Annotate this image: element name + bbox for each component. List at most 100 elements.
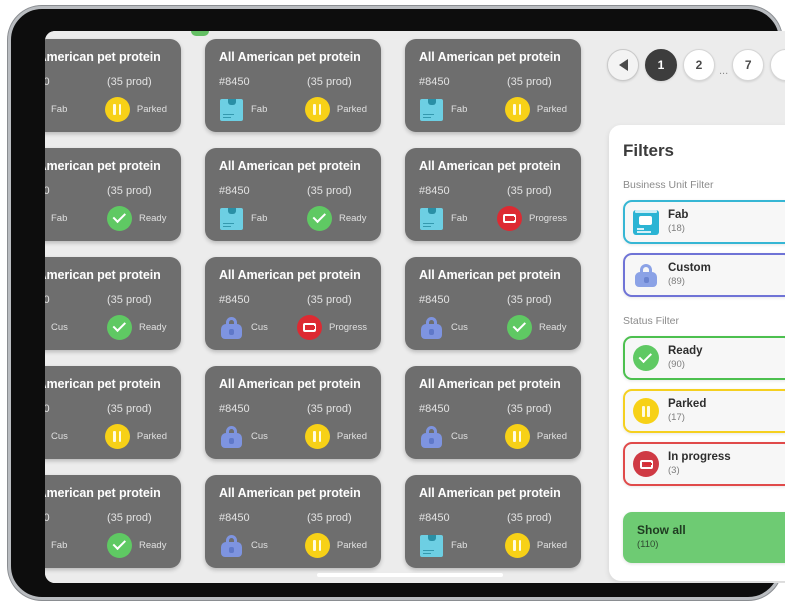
check-icon [105,204,134,233]
right-panel: 1 2 ... 7 Filters Business Unit Filter F… [597,31,785,583]
filter-item-ready[interactable]: Ready (90) [623,336,785,380]
product-card[interactable]: All American pet protein #8450 (35 prod) Fa… [45,475,181,568]
status-label: Progress [328,322,367,333]
cus-bag-icon [219,315,244,340]
product-card[interactable]: All American pet protein #8450 (35 prod) Fa… [45,148,181,241]
product-card[interactable]: All American pet protein #8450 (35 prod) Fa… [205,148,381,241]
cus-bag-icon [419,315,444,340]
product-card-sku: #8450 [219,512,250,524]
status-label: Parked [136,431,167,442]
product-card-status: Parked [502,531,567,560]
product-card-sku: #8450 [419,294,450,306]
product-card[interactable]: All American pet protein #8450 (35 prod) Cu… [405,257,581,350]
device-screen: All American pet protein #8450 (35 prod) Fa… [45,31,785,583]
filter-item-custom[interactable]: Custom (89) [623,253,785,297]
product-card-business-unit: Fab [419,533,505,558]
cus-bag-icon [219,533,244,558]
filter-item-in-progress[interactable]: In progress (3) [623,442,785,486]
product-card-title: All American pet protein [45,50,161,64]
product-card[interactable]: All American pet protein #8450 (35 prod) Cu… [205,366,381,459]
product-card[interactable]: All American pet protein #8450 (35 prod) Cu… [205,475,381,568]
fab-box-icon [633,209,659,235]
filters-title: Filters [623,141,675,160]
product-card-title: All American pet protein [219,486,361,500]
check-icon [105,531,134,560]
pagination-page-7[interactable]: 7 [732,49,765,81]
pagination-prev-button[interactable] [607,49,639,81]
business-unit-label: Fab [451,540,468,551]
product-card-title: All American pet protein [45,159,161,173]
product-card-quantity: (35 prod) [107,185,152,197]
product-card-grid: All American pet protein #8450 (35 prod) Fa… [45,39,593,568]
product-card-status: Parked [502,422,567,451]
business-unit-label: Cus [51,431,68,442]
product-card[interactable]: All American pet protein #8450 (35 prod) Cu… [205,257,381,350]
product-card-business-unit: Fab [219,206,307,231]
product-card[interactable]: All American pet protein #8450 (35 prod) Cu… [45,257,181,350]
product-card-sku: #8450 [419,76,450,88]
product-card-status: Ready [105,204,167,233]
product-card[interactable]: All American pet protein #8450 (35 prod) Fa… [205,39,381,132]
fab-box-icon [419,533,444,558]
product-card-quantity: (35 prod) [107,403,152,415]
status-label: Ready [139,213,167,224]
show-all-button[interactable]: Show all (110) [623,512,785,563]
status-label: Parked [336,540,367,551]
product-card-title: All American pet protein [219,377,361,391]
product-card-title: All American pet protein [45,486,161,500]
product-card[interactable]: All American pet protein #8450 (35 prod) Cu… [405,366,581,459]
product-card-sku: #8450 [45,76,50,88]
check-icon [105,313,134,342]
product-card[interactable]: All American pet protein #8450 (35 prod) Fa… [405,475,581,568]
status-label: Ready [139,540,167,551]
status-label: Ready [539,322,567,333]
product-card-sku: #8450 [419,403,450,415]
product-card-title: All American pet protein [219,268,361,282]
product-card[interactable]: All American pet protein #8450 (35 prod) Cu… [45,366,181,459]
product-card-quantity: (35 prod) [307,512,352,524]
product-card-quantity: (35 prod) [307,294,352,306]
product-card-business-unit: Cus [419,315,507,340]
filter-count-in-progress: (3) [668,464,680,476]
product-card-grid-area[interactable]: All American pet protein #8450 (35 prod) Fa… [45,31,597,583]
product-card-sku: #8450 [219,76,250,88]
status-label: Parked [336,104,367,115]
business-unit-label: Cus [251,540,268,551]
cus-bag-icon [633,262,659,288]
product-card-status: Progress [294,313,367,342]
product-card-sku: #8450 [45,294,50,306]
business-unit-label: Fab [51,540,68,551]
filter-item-fab[interactable]: Fab (18) [623,200,785,244]
check-icon [633,345,659,371]
product-card-business-unit: Fab [45,206,107,231]
product-card-status: Progress [494,204,567,233]
product-card-sku: #8450 [45,512,50,524]
business-unit-label: Cus [251,322,268,333]
product-card[interactable]: All American pet protein #8450 (35 prod) Fa… [45,39,181,132]
filter-item-parked[interactable]: Parked (17) [623,389,785,433]
product-card-title: All American pet protein [419,159,561,173]
product-card-business-unit: Cus [419,424,505,449]
pagination-page-2[interactable]: 2 [683,49,715,81]
pagination-page-1[interactable]: 1 [645,49,677,81]
product-card[interactable]: All American pet protein #8450 (35 prod) Fa… [405,148,581,241]
product-card-quantity: (35 prod) [507,403,552,415]
scroll-peek-indicator [191,31,209,36]
pause-icon [502,422,532,451]
filter-label-parked: Parked [668,398,707,411]
product-card-quantity: (35 prod) [307,76,352,88]
fab-box-icon [219,97,244,122]
filter-count-fab: (18) [668,222,685,234]
product-card[interactable]: All American pet protein #8450 (35 prod) Fa… [405,39,581,132]
business-unit-label: Cus [451,322,468,333]
status-label: Ready [139,322,167,333]
product-card-quantity: (35 prod) [507,294,552,306]
product-card-quantity: (35 prod) [107,512,152,524]
business-unit-label: Fab [451,213,468,224]
horizontal-scrollbar[interactable] [317,573,503,577]
cus-bag-icon [219,424,244,449]
pagination-next-button[interactable] [770,49,785,81]
product-card-title: All American pet protein [419,377,561,391]
filter-count-ready: (90) [668,358,685,370]
product-card-sku: #8450 [45,185,50,197]
